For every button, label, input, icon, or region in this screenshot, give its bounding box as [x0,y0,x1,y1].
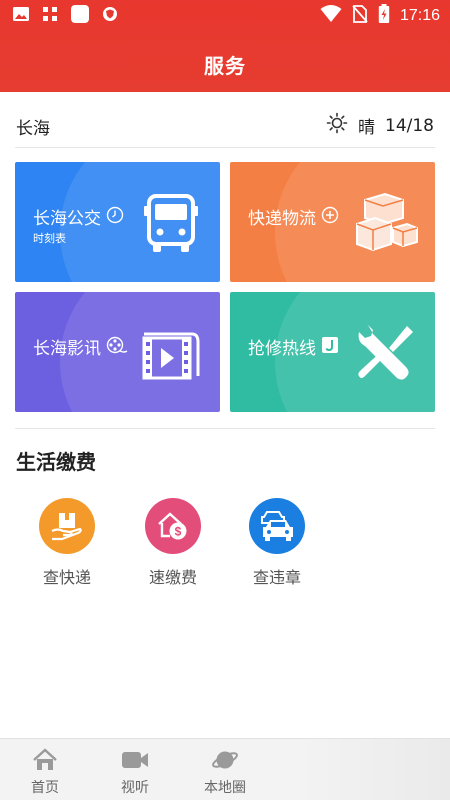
weather-temperature: 14/18 [385,115,434,136]
package-hand-icon [39,498,95,554]
service-quick-pay[interactable]: $ 速缴费 [133,498,213,588]
tile-label: 长海公交 [33,209,101,229]
tile-label-group: 长海影讯 [33,334,128,359]
section-title: 生活缴费 [16,450,96,474]
tabbar-fade-overlay [250,739,450,800]
film-play-icon [136,318,206,388]
status-left-icons [12,4,118,28]
shield-icon [102,6,118,26]
plus-circle-icon [321,206,339,228]
cars-icon [249,498,305,554]
app-header: 17:16 服务 [0,0,450,92]
video-icon [100,747,170,773]
status-time: 17:16 [399,7,440,24]
tile-label: 抢修热线 [248,339,316,359]
battery-charging-icon [378,4,390,28]
tile-movies[interactable]: 长海影讯 [15,292,220,412]
service-label: 查快递 [42,568,91,587]
home-coin-icon: $ [145,498,201,554]
weather-info: 晴 14/18 [326,112,434,139]
tile-label: 长海影讯 [33,339,101,359]
clock-icon [106,206,124,228]
no-sim-icon [352,5,368,27]
tab-video[interactable]: 视听 [100,747,170,797]
city-name[interactable]: 长海 [16,114,50,139]
divider [15,428,435,429]
service-label: 查违章 [252,568,301,587]
tab-label: 视听 [121,780,149,796]
page-title: 服务 [204,54,246,78]
tile-repair-hotline[interactable]: 抢修热线 [230,292,435,412]
tab-home[interactable]: 首页 [10,747,80,797]
tile-sublabel: 时刻表 [33,232,66,245]
service-track-package[interactable]: 查快递 [27,498,107,588]
film-reel-icon [106,336,128,358]
phone-icon [321,336,339,358]
tile-label-group: 快递物流 [248,204,339,229]
grid-icon [42,6,58,26]
status-bar: 17:16 [0,0,450,32]
status-right-icons: 17:16 [320,4,440,28]
boxes-icon [351,188,421,258]
tile-express[interactable]: 快递物流 [230,162,435,282]
bottom-tab-bar: 首页 视听 本地圈 [0,738,450,800]
tile-label: 快递物流 [248,209,316,229]
home-icon [10,747,80,773]
tab-label: 首页 [31,780,59,796]
app-square-icon [70,4,90,28]
divider [15,147,435,148]
bus-icon [136,188,206,258]
image-icon [12,6,30,26]
wifi-icon [320,5,342,27]
tile-bus[interactable]: 长海公交 时刻表 [15,162,220,282]
sun-icon [326,112,348,139]
tools-icon [351,318,421,388]
tile-label-group: 抢修热线 [248,334,339,359]
weather-row: 长海 晴 14/18 [0,106,450,144]
weather-condition: 晴 [358,118,375,138]
svg-text:$: $ [175,525,182,539]
service-label: 速缴费 [148,568,197,587]
service-traffic-violations[interactable]: 查违章 [237,498,317,588]
tile-label-group: 长海公交 [33,204,124,229]
